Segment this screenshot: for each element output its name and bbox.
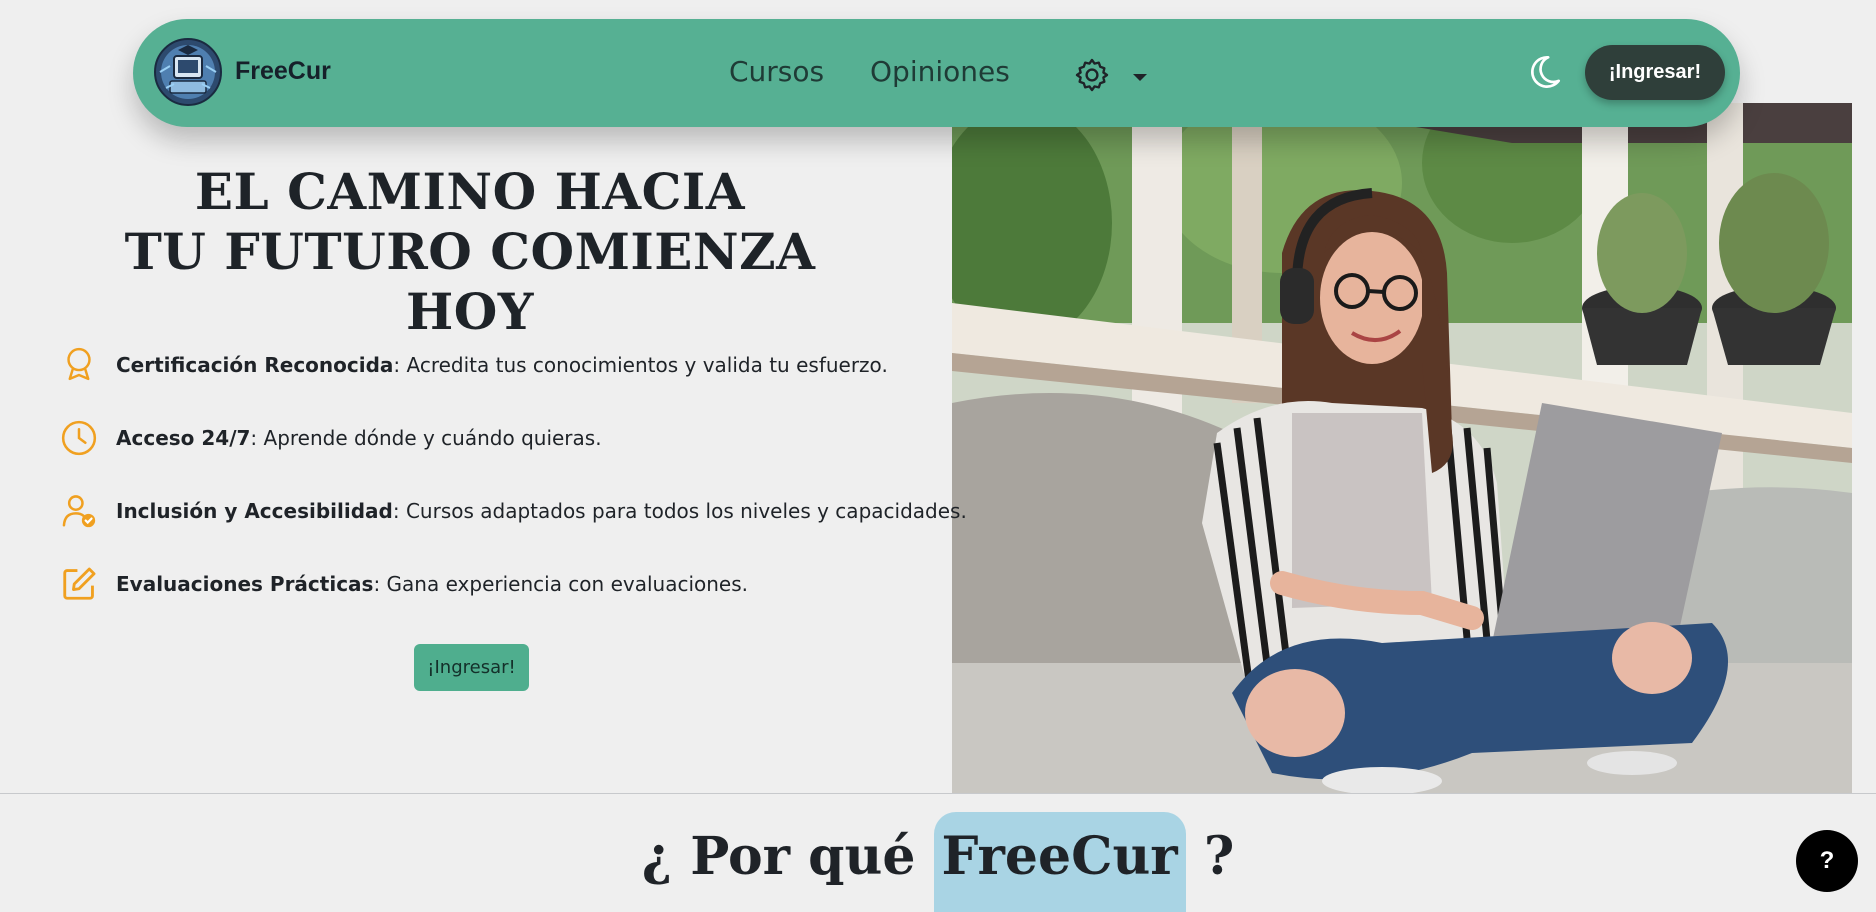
- feature-description: : Gana experiencia con evaluaciones.: [373, 572, 749, 596]
- moon-icon[interactable]: [1524, 52, 1564, 92]
- navbar: FreeCur Cursos Opiniones ¡Ingresar!: [133, 19, 1740, 127]
- feature-item-certificacion: Certificación Reconocida: Acredita tus c…: [60, 345, 950, 418]
- help-button[interactable]: ?: [1796, 830, 1858, 892]
- feature-text: Acceso 24/7: Aprende dónde y cuándo quie…: [116, 426, 602, 450]
- hero-title-line2: TU FUTURO COMIENZA HOY: [124, 222, 816, 341]
- feature-item-inclusion: Inclusión y Accesibilidad: Cursos adapta…: [60, 491, 967, 564]
- user-check-icon: [62, 495, 96, 528]
- brand-name[interactable]: FreeCur: [235, 57, 331, 86]
- feature-title: Inclusión y Accesibilidad: [116, 499, 393, 523]
- hero-login-button[interactable]: ¡Ingresar!: [414, 644, 529, 691]
- woman-with-laptop-illustration: [952, 103, 1852, 793]
- freecur-logo[interactable]: [152, 36, 224, 108]
- feature-item-acceso: Acceso 24/7: Aprende dónde y cuándo quie…: [60, 418, 950, 491]
- hero-image: [952, 103, 1852, 793]
- edit-icon: [63, 567, 96, 600]
- chevron-down-icon[interactable]: [1133, 74, 1147, 81]
- clock-icon: [61, 420, 97, 456]
- feature-title: Evaluaciones Prácticas: [116, 572, 374, 596]
- feature-item-evaluaciones: Evaluaciones Prácticas: Gana experiencia…: [60, 564, 950, 637]
- hero-title-line1: EL CAMINO HACIA: [194, 162, 746, 221]
- feature-list: Certificación Reconocida: Acredita tus c…: [60, 345, 967, 637]
- gear-icon[interactable]: [1073, 56, 1111, 94]
- nav-link-cursos[interactable]: Cursos: [729, 55, 824, 88]
- feature-text: Evaluaciones Prácticas: Gana experiencia…: [116, 572, 748, 596]
- feature-text: Certificación Reconocida: Acredita tus c…: [116, 353, 888, 377]
- why-prefix: ¿ Por qué: [641, 826, 916, 887]
- feature-description: : Aprende dónde y cuándo quieras.: [250, 426, 602, 450]
- nav-link-opiniones[interactable]: Opiniones: [870, 55, 1010, 88]
- feature-title: Certificación Reconocida: [116, 353, 394, 377]
- feature-title: Acceso 24/7: [116, 426, 251, 450]
- feature-description: : Cursos adaptados para todos los nivele…: [392, 499, 967, 523]
- feature-text: Inclusión y Accesibilidad: Cursos adapta…: [116, 499, 967, 523]
- feature-description: : Acredita tus conocimientos y valida tu…: [393, 353, 888, 377]
- why-freecur-heading: ¿ Por qué FreeCur ?: [0, 812, 1876, 912]
- hero-title: EL CAMINO HACIA TU FUTURO COMIENZA HOY: [70, 162, 870, 342]
- login-button[interactable]: ¡Ingresar!: [1585, 45, 1725, 100]
- why-suffix: ?: [1203, 826, 1235, 887]
- why-highlight: FreeCur: [933, 812, 1186, 912]
- section-divider: [0, 793, 1876, 794]
- award-icon: [67, 347, 91, 381]
